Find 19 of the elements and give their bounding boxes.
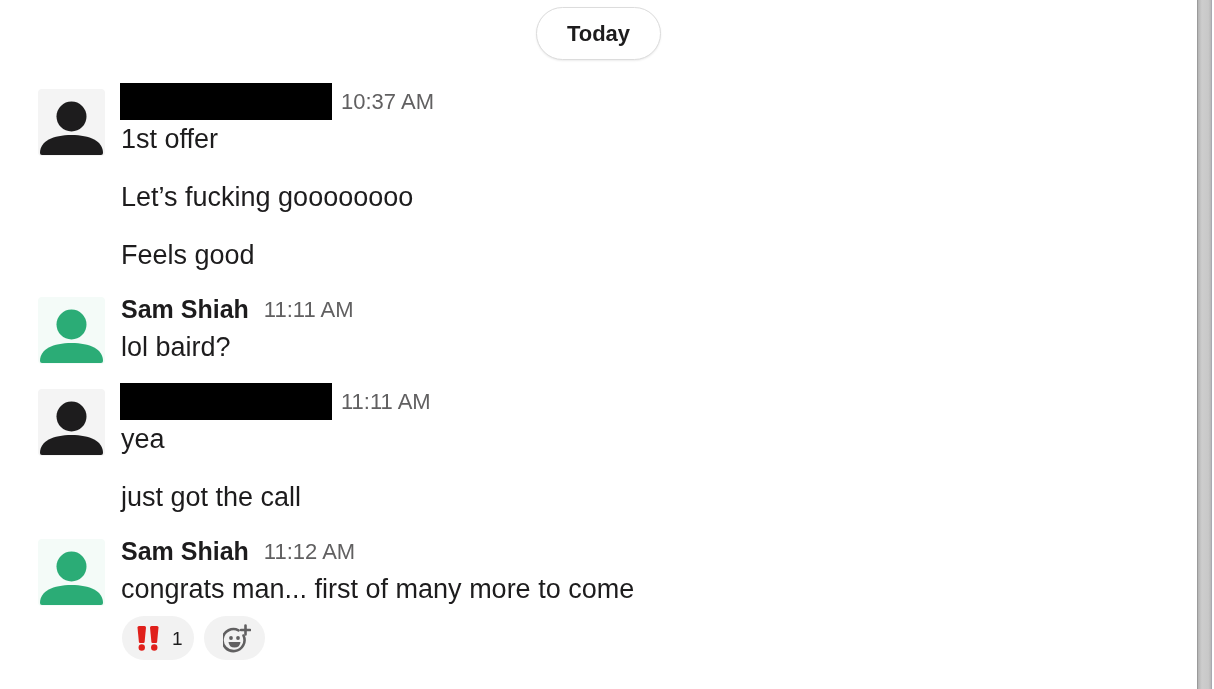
message-time[interactable]: 11:11 AM [341,388,431,415]
message-time[interactable]: 11:11 AM [263,296,354,323]
message-time[interactable]: 11:12 AM [263,538,356,565]
add-emoji-icon [222,623,251,653]
author-name[interactable]: Sam Shiah [121,537,249,566]
date-button[interactable]: Today [535,7,662,60]
add-reaction-button[interactable] [203,616,265,660]
message-text: Let’s fucking goooooooo [121,181,414,214]
message-text: lol baird? [121,331,231,364]
message-text: yea [121,423,165,456]
double-exclamation-icon [136,625,160,651]
reaction-button[interactable]: 1 [122,616,194,660]
message-text: 1st offer [121,123,219,156]
message-time[interactable]: 10:37 AM [341,88,434,115]
message-text: Feels good [121,239,255,272]
author-name[interactable]: Sam Shiah [121,295,249,324]
scrollbar[interactable] [1197,0,1212,689]
message-text: just got the call [121,481,302,514]
message-text: congrats man... first of many more to come [121,573,635,606]
